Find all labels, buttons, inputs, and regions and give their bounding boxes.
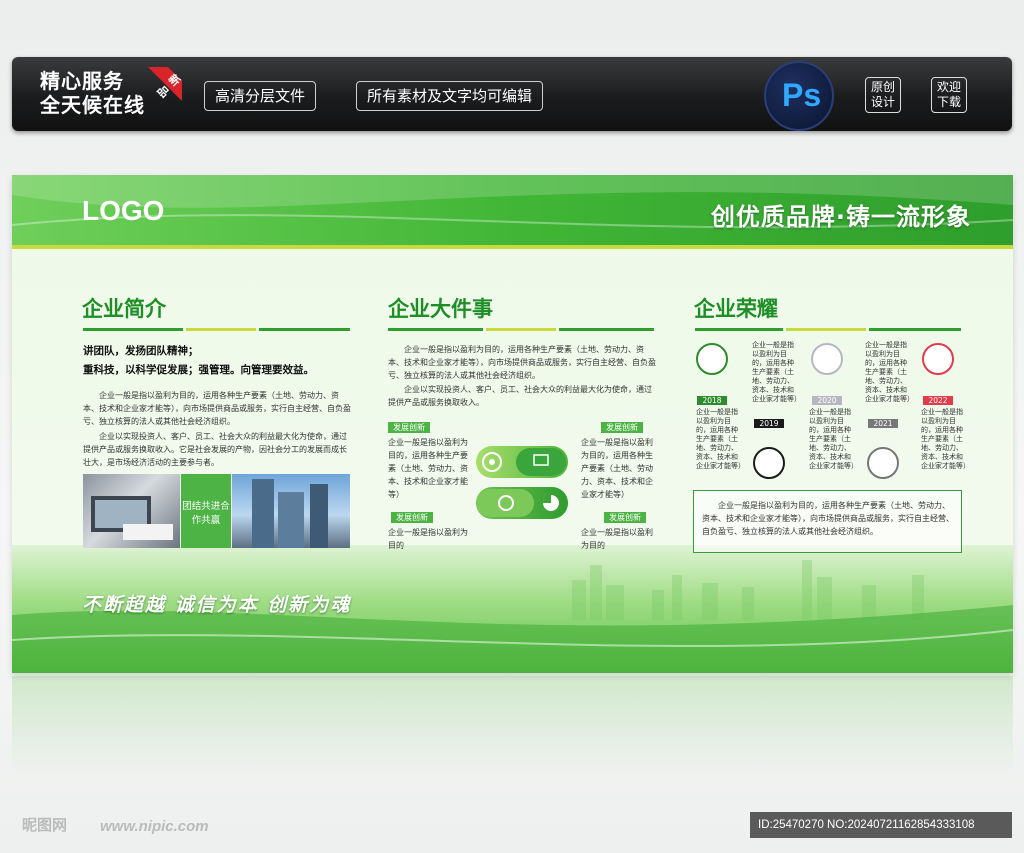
intro-motto-1: 讲团队，发扬团队精神；	[83, 345, 199, 357]
layered-file-pill: 高清分层文件	[204, 81, 317, 111]
event-block-1: 企业一般是指以盈利为目的，运用各种生产要素（土地、劳动力、资本、技术和企业家才能…	[388, 438, 468, 499]
year-label-2019: 2019	[754, 419, 784, 428]
chart-icon-box	[476, 487, 568, 519]
intro-rule-2	[186, 328, 256, 331]
honor-ring-2020	[811, 343, 843, 375]
honor-ring-2021	[867, 447, 899, 479]
events-rule-2	[486, 328, 556, 331]
events-paragraph-1: 企业一般是指以盈利为目的，运用各种生产要素（土地、劳动力、资本、技术和企业家才能…	[388, 345, 656, 380]
company-motto: 不断超越 诚信为本 创新为魂	[82, 594, 352, 616]
year-label-2022: 2022	[923, 396, 953, 405]
honor-ring-2022	[922, 343, 954, 375]
intro-paragraph-2: 企业以实现投资人、客户、员工、社会大众的利益最大化为使命，通过提供产品或服务换取…	[83, 432, 347, 467]
honor-text-2019: 企业一般是指以盈利为目的，运用各种生产要素（土地、劳动力、资本、技术和企业家才能…	[809, 408, 858, 470]
poster-preview: 精心服务 全天候在线 新品 高清分层文件 所有素材及文字均可编辑 Ps 原创设计…	[0, 0, 1024, 853]
brand-line-2: 全天候在线	[40, 93, 145, 117]
photoshop-icon: Ps	[764, 61, 834, 131]
event-block-3: 企业一般是指以盈利为目的	[388, 528, 468, 550]
header-slogan: 创优质品牌·铸一流形象	[710, 203, 971, 231]
events-rule-3	[559, 328, 654, 331]
original-design-badge: 原创设计	[865, 77, 901, 113]
event-tag-3: 发展创新	[391, 512, 433, 523]
display-board: LOGO 创优质品牌·铸一流形象 企业简介 讲团队，发扬团队精神； 重科技，以科…	[12, 175, 1013, 673]
laptop-photo	[83, 474, 180, 548]
honors-rule-1	[695, 328, 783, 331]
honors-rule-3	[869, 328, 961, 331]
events-title: 企业大件事	[388, 297, 493, 321]
board-header: LOGO 创优质品牌·铸一流形象	[12, 175, 1013, 247]
event-tag-1: 发展创新	[388, 422, 430, 433]
site-watermark-cn: 昵图网	[22, 816, 68, 834]
honors-title: 企业荣耀	[694, 297, 778, 321]
honor-text-2018: 企业一般是指以盈利为目的，运用各种生产要素（土地、劳动力、资本、技术和企业家才能…	[752, 341, 801, 403]
year-label-2021: 2021	[868, 419, 898, 428]
pie-chart-icon	[476, 489, 559, 517]
events-rule-1	[388, 328, 483, 331]
year-label-2018: 2018	[697, 396, 727, 405]
event-tag-4: 发展创新	[604, 512, 646, 523]
laptop-image	[91, 496, 173, 540]
honor-ring-2018	[696, 343, 728, 375]
brand-line-1: 精心服务	[40, 69, 124, 93]
ps-logo-text: Ps	[782, 77, 822, 113]
logo-text: LOGO	[82, 195, 165, 226]
team-slogan-box: 团结共进合作共赢	[181, 474, 231, 548]
new-badge: 新品	[148, 67, 183, 101]
honors-summary: 企业一般是指以盈利为目的，运用各种生产要素（土地、劳动力、资本、技术和企业家才能…	[702, 501, 954, 536]
intro-motto-2: 重科技，以科学促发展；强管理。向管理要效益。	[83, 364, 314, 376]
event-block-2: 企业一般是指以盈利为目的，运用各种生产要素（土地、劳动力、资本、技术和企业家才能…	[581, 438, 653, 499]
honors-rule-2	[786, 328, 866, 331]
target-icon-box	[476, 446, 568, 478]
event-tag-2: 发展创新	[601, 422, 643, 433]
image-id-bar: ID:25470270 NO:20240721162854333108	[750, 812, 1012, 838]
intro-rule-3	[259, 328, 350, 331]
year-label-2020: 2020	[812, 396, 842, 405]
intro-rule-1	[83, 328, 183, 331]
site-watermark-url: www.nipic.com	[100, 818, 209, 835]
target-icon	[482, 448, 566, 476]
intro-paragraph-1: 企业一般是指以盈利为目的，运用各种生产要素（土地、劳动力、资本、技术和企业家才能…	[83, 391, 351, 426]
board-reflection	[12, 676, 1013, 776]
honor-text-2019-left: 企业一般是指以盈利为目的，运用各种生产要素（土地、劳动力、资本、技术和企业家才能…	[696, 408, 745, 470]
honors-summary-box: 企业一般是指以盈利为目的，运用各种生产要素（土地、劳动力、资本、技术和企业家才能…	[693, 490, 962, 553]
header-divider	[12, 245, 1013, 249]
promo-banner: 精心服务 全天候在线 新品 高清分层文件 所有素材及文字均可编辑 Ps 原创设计…	[12, 57, 1012, 131]
events-paragraph-2: 企业以实现投资人、客户、员工、社会大众的利益最大化为使命，通过提供产品或服务换取…	[388, 385, 652, 407]
skyscraper-photo	[232, 474, 350, 548]
honor-text-2021: 企业一般是指以盈利为目的，运用各种生产要素（土地、劳动力、资本、技术和企业家才能…	[921, 408, 970, 470]
intro-title: 企业简介	[82, 297, 166, 321]
building-image	[252, 479, 328, 548]
honor-ring-2019	[753, 447, 785, 479]
download-badge: 欢迎下载	[931, 77, 967, 113]
brand-slogan: 精心服务 全天候在线	[40, 69, 145, 117]
editable-pill: 所有素材及文字均可编辑	[356, 81, 544, 111]
event-block-4: 企业一般是指以盈利为目的	[581, 528, 653, 550]
honor-text-2020: 企业一般是指以盈利为目的，运用各种生产要素（土地、劳动力、资本、技术和企业家才能…	[865, 341, 914, 403]
